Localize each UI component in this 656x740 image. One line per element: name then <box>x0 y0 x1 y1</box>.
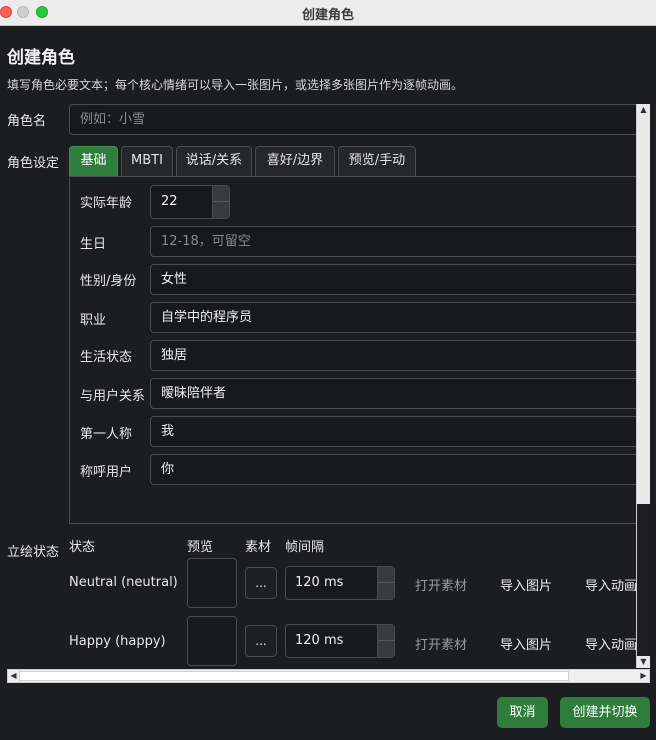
first-person-input[interactable]: 我 <box>150 416 640 447</box>
state-name-happy: Happy (happy) <box>69 634 166 649</box>
living-input[interactable]: 独居 <box>150 340 640 371</box>
vertical-scroll-thumb[interactable] <box>637 504 650 656</box>
horizontal-scrollbar[interactable]: ◀ ▶ <box>7 669 650 683</box>
import-image-happy[interactable]: 导入图片 <box>500 634 552 653</box>
interval-value-neutral: 120 ms <box>295 575 344 590</box>
age-value: 22 <box>161 194 178 209</box>
import-animation-happy[interactable]: 导入动画 <box>585 634 637 653</box>
interval-stepper-happy[interactable] <box>377 625 394 657</box>
column-preview: 预览 <box>187 540 214 555</box>
tab-preview-manual[interactable]: 预览/手动 <box>338 146 416 176</box>
open-asset-neutral[interactable]: 打开素材 <box>415 575 467 594</box>
name-input[interactable]: 例如：小雪 <box>69 104 639 135</box>
cancel-button[interactable]: 取消 <box>497 697 548 728</box>
scroll-left-arrow-icon[interactable]: ◀ <box>8 670 19 682</box>
import-animation-neutral[interactable]: 导入动画 <box>585 575 637 594</box>
interval-spinbox-neutral[interactable]: 120 ms <box>285 566 395 600</box>
job-input[interactable]: 自学中的程序员 <box>150 302 640 333</box>
state-name-neutral: Neutral (neutral) <box>69 575 178 590</box>
browse-button-happy[interactable]: ... <box>245 625 277 657</box>
relation-label: 与用户关系 <box>80 389 146 404</box>
column-asset: 素材 <box>245 540 272 555</box>
name-label: 角色名 <box>7 114 47 129</box>
tab-likes-boundaries[interactable]: 喜好/边界 <box>255 146 335 176</box>
gender-label: 性别/身份 <box>80 274 137 289</box>
age-stepper-arrows[interactable] <box>212 186 229 218</box>
tab-speech-relation[interactable]: 说话/关系 <box>176 146 252 176</box>
create-and-switch-button[interactable]: 创建并切换 <box>560 697 650 728</box>
relation-input[interactable]: 暧昧陪伴者 <box>150 378 640 409</box>
living-label: 生活状态 <box>80 350 133 365</box>
birthday-label: 生日 <box>80 237 107 252</box>
birthday-input[interactable]: 12-18，可留空 <box>150 226 640 257</box>
column-state: 状态 <box>69 540 96 555</box>
import-image-neutral[interactable]: 导入图片 <box>500 575 552 594</box>
preview-neutral <box>187 558 237 608</box>
age-spinbox[interactable]: 22 <box>150 185 230 219</box>
job-label: 职业 <box>80 313 107 328</box>
page-description: 填写角色必要文本；每个核心情绪可以导入一张图片，或选择多张图片作为逐帧动画。 <box>7 78 464 92</box>
page-title: 创建角色 <box>7 48 75 68</box>
tab-mbti[interactable]: MBTI <box>121 146 173 176</box>
settings-label: 角色设定 <box>7 156 60 171</box>
column-interval: 帧间隔 <box>285 540 325 555</box>
scroll-up-arrow-icon[interactable]: ▲ <box>637 104 650 116</box>
browse-button-neutral[interactable]: ... <box>245 567 277 599</box>
interval-spinbox-happy[interactable]: 120 ms <box>285 624 395 658</box>
age-label: 实际年龄 <box>80 196 133 211</box>
first-person-label: 第一人称 <box>80 427 133 442</box>
call-user-label: 称呼用户 <box>80 465 133 480</box>
vertical-scrollbar[interactable]: ▲ ▼ <box>636 104 650 668</box>
tab-basic[interactable]: 基础 <box>69 146 118 176</box>
interval-value-happy: 120 ms <box>295 633 344 648</box>
scroll-right-arrow-icon[interactable]: ▶ <box>638 670 649 682</box>
open-asset-happy[interactable]: 打开素材 <box>415 634 467 653</box>
scroll-down-arrow-icon[interactable]: ▼ <box>637 656 650 668</box>
gender-input[interactable]: 女性 <box>150 264 640 295</box>
window-title: 创建角色 <box>301 8 354 23</box>
preview-happy <box>187 616 237 666</box>
interval-stepper-neutral[interactable] <box>377 567 394 599</box>
call-user-input[interactable]: 你 <box>150 454 640 485</box>
horizontal-scroll-thumb[interactable] <box>19 671 569 681</box>
stand-label: 立绘状态 <box>7 545 60 560</box>
window-titlebar: 创建角色 <box>0 0 656 26</box>
